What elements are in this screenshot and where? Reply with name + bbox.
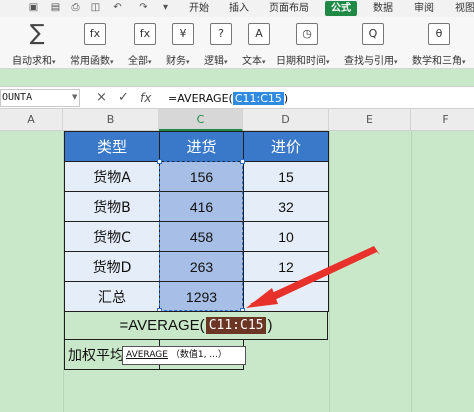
tab-data[interactable]: 数据 [368, 1, 398, 16]
text-icon: A [248, 23, 270, 45]
confirm-icon[interactable]: ✓ [118, 90, 129, 106]
lookup-icon: Q [362, 23, 384, 45]
formula-suffix: ) [283, 92, 289, 105]
cancel-icon[interactable]: × [96, 90, 107, 106]
table-header-stock[interactable]: 进货 [159, 131, 244, 162]
function-hint-tooltip: AVERAGE （数值1, ...） [122, 346, 246, 365]
tab-insert[interactable]: 插入 [224, 1, 254, 16]
table-cell-stock[interactable]: 263 [159, 251, 244, 282]
formula-prefix: =AVERAGE( [168, 92, 233, 105]
table-cell-type[interactable]: 货物B [64, 191, 160, 222]
lookup-reference-button[interactable]: Q 查找与引用▾ [342, 17, 406, 69]
file-icon[interactable]: ▤ [50, 2, 61, 13]
common-functions-label: 常用函数▾ [70, 56, 114, 67]
insert-function-icon[interactable]: fx [140, 90, 151, 106]
math-trig-label: 数学和三角▾ [412, 56, 466, 67]
clock-icon: ◷ [296, 23, 318, 45]
tab-home[interactable]: 开始 [184, 1, 214, 16]
table-cell-stock[interactable]: 416 [159, 191, 244, 222]
spreadsheet-window: ▣ ▤ ⎙ ◫ ↶ ↷ ▾ 开始 插入 页面布局 公式 数据 审阅 视图 ∑ 自… [0, 0, 474, 412]
all-functions-icon: fx [134, 23, 156, 45]
preview-icon[interactable]: ◫ [90, 2, 101, 13]
gridline [329, 131, 330, 412]
column-header-f[interactable]: F [411, 109, 474, 131]
table-cell-price[interactable]: 12 [243, 251, 329, 282]
table-cell-type[interactable]: 货物D [64, 251, 160, 282]
table-cell-price[interactable]: 32 [243, 191, 329, 222]
table-cell-stock[interactable]: 458 [159, 221, 244, 252]
column-header-d[interactable]: D [243, 109, 329, 131]
menu-bar: ▣ ▤ ⎙ ◫ ↶ ↷ ▾ 开始 插入 页面布局 公式 数据 审阅 视图 [0, 0, 474, 17]
math-trig-button[interactable]: θ 数学和三角▾ [410, 17, 474, 69]
column-header-e[interactable]: E [329, 109, 411, 131]
text-functions-label: 文本▾ [242, 56, 266, 67]
math-icon: θ [428, 23, 450, 45]
function-hint-args: （数值1, ...） [170, 350, 227, 360]
date-time-label: 日期和时间▾ [276, 56, 330, 67]
formula-bar: OUNTA ▼ × ✓ fx =AVERAGE(C11:C15) [0, 86, 474, 109]
column-header-a[interactable]: A [0, 109, 63, 131]
formula-input[interactable]: =AVERAGE(C11:C15) [168, 90, 288, 107]
all-functions-button[interactable]: fx 全部▾ [126, 17, 160, 69]
name-box[interactable]: OUNTA [0, 89, 80, 107]
sigma-icon: ∑ [29, 21, 45, 46]
finance-button[interactable]: ¥ 财务▾ [164, 17, 198, 69]
table-header-price[interactable]: 进价 [243, 131, 329, 162]
formula-ribbon: ∑ 自动求和▾ fx 常用函数▾ fx 全部▾ ¥ 财务▾ ? 逻辑▾ A 文本… [0, 17, 474, 69]
redo-icon[interactable]: ↷ [138, 2, 149, 13]
table-cell-stock[interactable]: 1293 [159, 281, 244, 312]
undo-icon[interactable]: ↶ [112, 2, 123, 13]
active-formula-cell[interactable]: =AVERAGE(C11:C15) [64, 311, 328, 340]
function-hint-name[interactable]: AVERAGE [126, 350, 168, 360]
autosum-button[interactable]: ∑ 自动求和▾ [10, 17, 60, 69]
table-cell-price[interactable] [243, 281, 329, 312]
column-header-b[interactable]: B [63, 109, 159, 131]
table-cell-price[interactable]: 10 [243, 221, 329, 252]
text-functions-button[interactable]: A 文本▾ [240, 17, 274, 69]
date-time-button[interactable]: ◷ 日期和时间▾ [276, 17, 340, 69]
autosum-label: 自动求和▾ [12, 56, 56, 67]
table-header-type[interactable]: 类型 [64, 131, 160, 162]
save-icon[interactable]: ▣ [28, 2, 39, 13]
tab-view[interactable]: 视图 [450, 1, 474, 16]
finance-label: 财务▾ [166, 56, 190, 67]
finance-icon: ¥ [172, 23, 194, 45]
name-box-dropdown-icon[interactable]: ▼ [72, 93, 77, 101]
logic-icon: ? [210, 23, 232, 45]
table-cell-price[interactable]: 15 [243, 161, 329, 192]
table-cell-type[interactable]: 货物A [64, 161, 160, 192]
cell-formula-prefix: =AVERAGE( [119, 317, 205, 334]
logic-button[interactable]: ? 逻辑▾ [202, 17, 236, 69]
tab-review[interactable]: 审阅 [409, 1, 439, 16]
all-functions-label: 全部▾ [128, 56, 152, 67]
lookup-reference-label: 查找与引用▾ [344, 56, 398, 67]
table-cell-type[interactable]: 汇总 [64, 281, 160, 312]
common-functions-button[interactable]: fx 常用函数▾ [68, 17, 118, 69]
cell-formula-suffix: ) [267, 317, 273, 334]
common-function-icon: fx [84, 23, 106, 45]
dropdown-caret-icon[interactable]: ▾ [160, 2, 171, 13]
logic-label: 逻辑▾ [204, 56, 228, 67]
column-header-c[interactable]: C [159, 109, 243, 131]
tab-page-layout[interactable]: 页面布局 [264, 1, 314, 16]
gridline [411, 131, 412, 412]
tab-formulas[interactable]: 公式 [325, 1, 357, 16]
column-headers: A B C D E F [0, 109, 474, 131]
table-cell-stock[interactable]: 156 [159, 161, 244, 192]
formula-range-ref: C11:C15 [232, 92, 284, 105]
cell-formula-range-ref: C11:C15 [205, 317, 267, 334]
print-icon[interactable]: ⎙ [70, 2, 81, 13]
table-cell-type[interactable]: 货物C [64, 221, 160, 252]
